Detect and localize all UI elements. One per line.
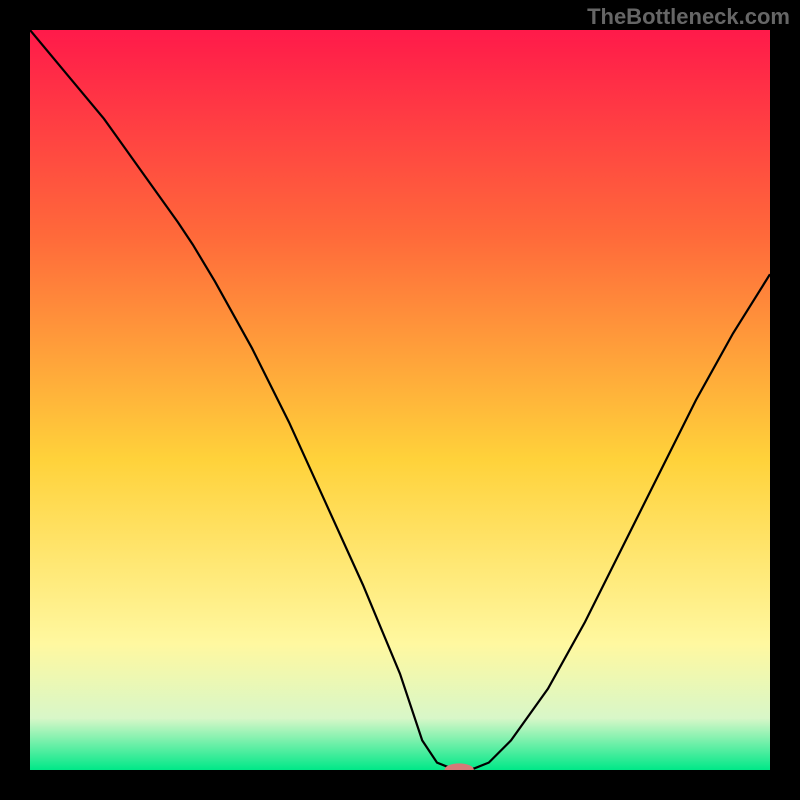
watermark-text: TheBottleneck.com — [587, 4, 790, 30]
chart-svg — [30, 30, 770, 770]
gradient-background — [30, 30, 770, 770]
chart-frame: TheBottleneck.com — [0, 0, 800, 800]
plot-area — [30, 30, 770, 770]
